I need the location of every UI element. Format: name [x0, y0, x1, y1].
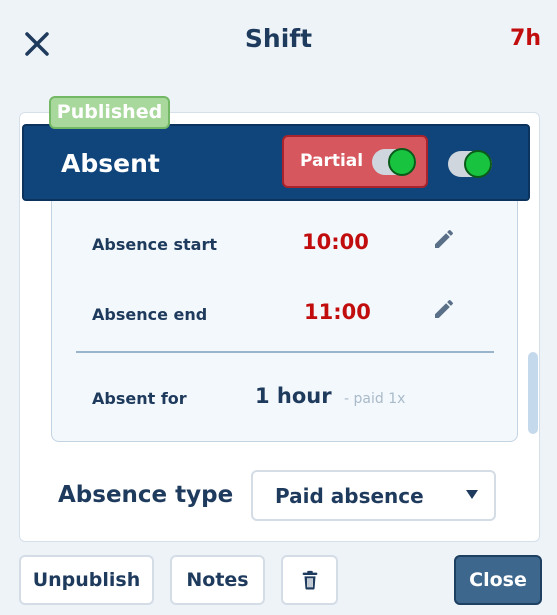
shift-hours: 7h [510, 26, 541, 51]
partial-toggle[interactable] [372, 148, 416, 176]
absence-start-label: Absence start [92, 235, 218, 254]
delete-button[interactable] [281, 555, 338, 605]
header: Shift 7h [0, 0, 557, 110]
paid-note: - paid 1x [344, 391, 406, 407]
absence-end-value[interactable]: 11:00 [304, 300, 371, 324]
status-badge: Published [49, 96, 170, 129]
close-button[interactable]: Close [454, 555, 542, 605]
absent-for-label: Absent for [92, 389, 187, 408]
toggle-knob [464, 150, 492, 178]
absence-type-value: Paid absence [275, 484, 424, 508]
caret-down-icon [466, 490, 478, 499]
partial-toggle-box[interactable]: Partial [282, 135, 428, 188]
trash-icon [302, 570, 318, 590]
footer-toolbar: Unpublish Notes Close [0, 545, 557, 615]
pencil-icon[interactable] [432, 227, 456, 251]
pencil-icon[interactable] [432, 297, 456, 321]
partial-label: Partial [300, 151, 364, 171]
absent-label: Absent [61, 149, 160, 178]
absent-for-value: 1 hour [255, 384, 332, 408]
divider [76, 351, 494, 353]
absence-type-select[interactable]: Paid absence [251, 470, 496, 521]
absent-toggle[interactable] [448, 150, 492, 178]
notes-button[interactable]: Notes [170, 555, 265, 605]
unpublish-button[interactable]: Unpublish [19, 555, 154, 605]
scrollbar[interactable] [528, 352, 538, 434]
toggle-knob [388, 148, 416, 176]
absence-times-card: Absence start 10:00 Absence end 11:00 Ab… [51, 199, 518, 442]
absent-section-header: Absent Partial [22, 124, 530, 201]
absence-start-value[interactable]: 10:00 [302, 230, 369, 254]
absence-end-label: Absence end [92, 305, 208, 324]
absence-type-label: Absence type [58, 482, 234, 508]
page-title: Shift [244, 24, 313, 53]
